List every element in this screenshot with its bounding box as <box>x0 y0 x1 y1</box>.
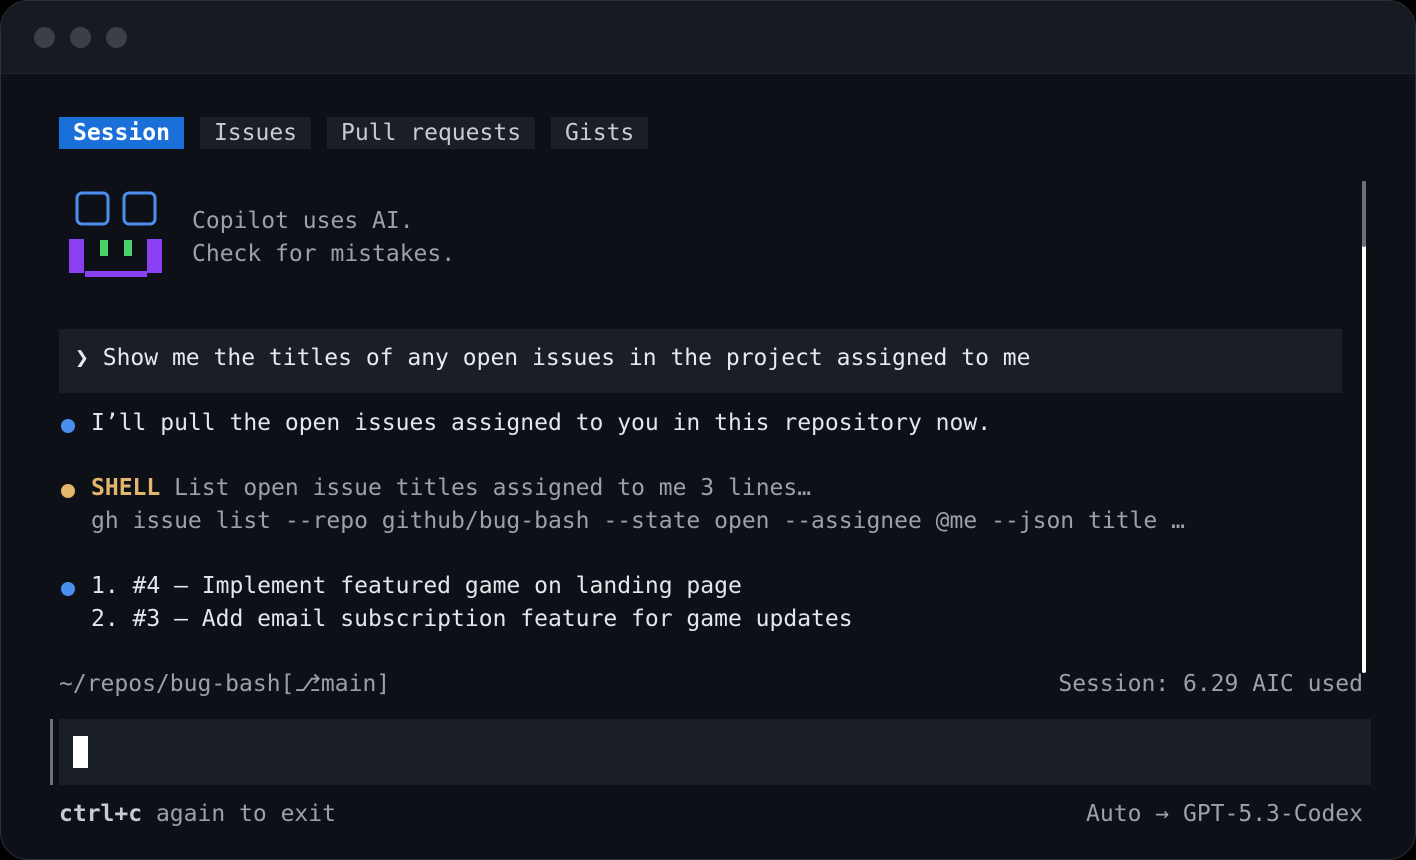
title-bar <box>1 1 1415 74</box>
repo-path: ~/repos/bug-bash[⎇main] <box>59 671 391 697</box>
logo-left-cheek <box>69 239 84 273</box>
shell-summary[interactable]: SHELL List open issue titles assigned to… <box>91 475 811 501</box>
terminal-window: Session Issues Pull requests Gists Copil… <box>0 0 1416 860</box>
logo-right-pupil <box>124 240 132 256</box>
user-prompt: ❯ Show me the titles of any open issues … <box>75 345 1030 371</box>
tab-gists[interactable]: Gists <box>551 117 649 149</box>
tab-issues[interactable]: Issues <box>199 117 312 149</box>
prompt-chevron-icon: ❯ <box>75 345 89 371</box>
result-item: 1. #4 – Implement featured game on landi… <box>91 573 742 599</box>
prompt-text: Show me the titles of any open issues in… <box>102 345 1031 371</box>
shell-command: gh issue list --repo github/bug-bash --s… <box>91 508 1185 534</box>
tab-bar: Session Issues Pull requests Gists <box>59 117 649 149</box>
shell-bullet-icon <box>61 484 75 498</box>
result-item: 2. #3 – Add email subscription feature f… <box>91 606 853 632</box>
banner-line-1: Copilot uses AI. <box>192 208 414 234</box>
prompt-input[interactable] <box>59 719 1371 785</box>
minimize-window-button[interactable] <box>70 27 91 48</box>
shell-description: List open issue titles assigned to me 3 … <box>174 475 812 501</box>
logo-left-pupil <box>100 240 108 256</box>
exit-hint-text: again to exit <box>142 801 336 827</box>
copilot-logo-icon <box>69 191 162 277</box>
logo-left-eye-frame <box>75 191 110 226</box>
logo-right-eye-frame <box>122 191 157 226</box>
model-selector[interactable]: Auto → GPT-5.3-Codex <box>1086 801 1363 827</box>
scrollbar-track[interactable] <box>1362 181 1366 673</box>
scrollbar-thumb[interactable] <box>1362 181 1366 247</box>
text-cursor <box>73 736 88 768</box>
tab-session[interactable]: Session <box>59 117 184 149</box>
session-usage: Session: 6.29 AIC used <box>1058 671 1363 697</box>
tab-pull-requests[interactable]: Pull requests <box>327 117 536 149</box>
assistant-intro: I’ll pull the open issues assigned to yo… <box>91 410 992 436</box>
exit-key: ctrl+c <box>59 801 143 827</box>
input-focus-edge <box>50 719 53 785</box>
logo-mouth <box>85 271 147 277</box>
info-bullet-icon <box>61 419 75 433</box>
result-bullet-icon <box>61 582 75 596</box>
shell-label: SHELL <box>91 475 161 501</box>
close-window-button[interactable] <box>34 27 55 48</box>
logo-right-cheek <box>147 239 162 273</box>
banner-line-2: Check for mistakes. <box>192 241 456 267</box>
exit-hint: ctrl+c again to exit <box>59 801 336 827</box>
maximize-window-button[interactable] <box>106 27 127 48</box>
